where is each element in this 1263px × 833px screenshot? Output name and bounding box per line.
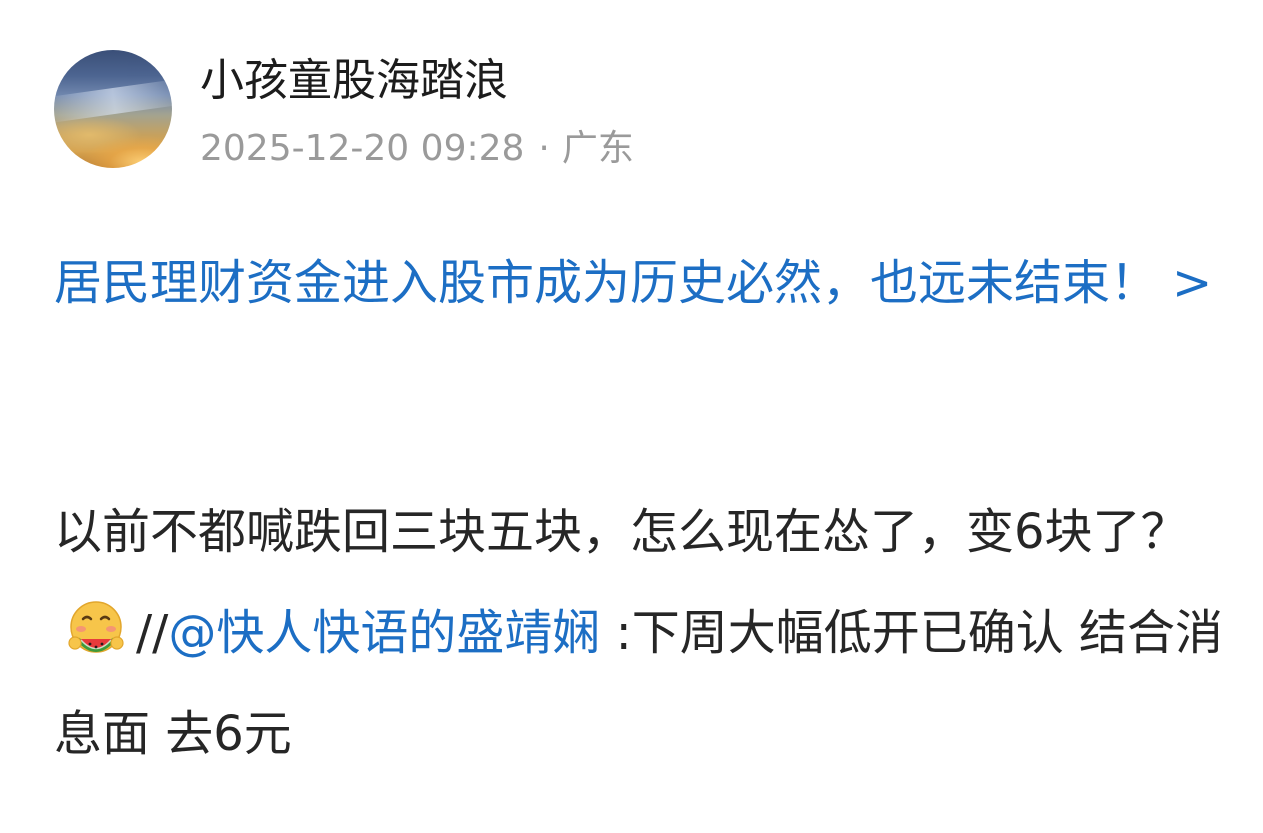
post-body: 以前不都喊跌回三块五块，怎么现在怂了，变6块了？ //@快人快语的盛靖娴 :下周… (54, 482, 1234, 785)
body-text-part1: 以前不都喊跌回三块五块，怎么现在怂了，变6块了？ (54, 504, 1189, 560)
mention-link[interactable]: @快人快语的盛靖娴 (168, 605, 600, 661)
headline-text: 居民理财资金进入股市成为历史必然，也远未结束！ (54, 255, 1159, 311)
post-timestamp: 2025-12-20 09:28 (200, 128, 525, 169)
post-header: 小孩童股海踏浪 2025-12-20 09:28 · 广东 (54, 48, 1204, 170)
chevron-right-icon: > (1172, 255, 1213, 311)
author-avatar[interactable] (54, 50, 172, 168)
repost-slashes: // (136, 605, 169, 661)
headline-link[interactable]: 居民理财资金进入股市成为历史必然，也远未结束！ > (54, 238, 1224, 328)
post-location: 广东 (561, 128, 634, 169)
post-meta: 2025-12-20 09:28 · 广东 (200, 126, 634, 172)
author-name[interactable]: 小孩童股海踏浪 (200, 52, 508, 110)
watermelon-emoji-icon (66, 593, 126, 653)
meta-separator: · (538, 128, 550, 169)
